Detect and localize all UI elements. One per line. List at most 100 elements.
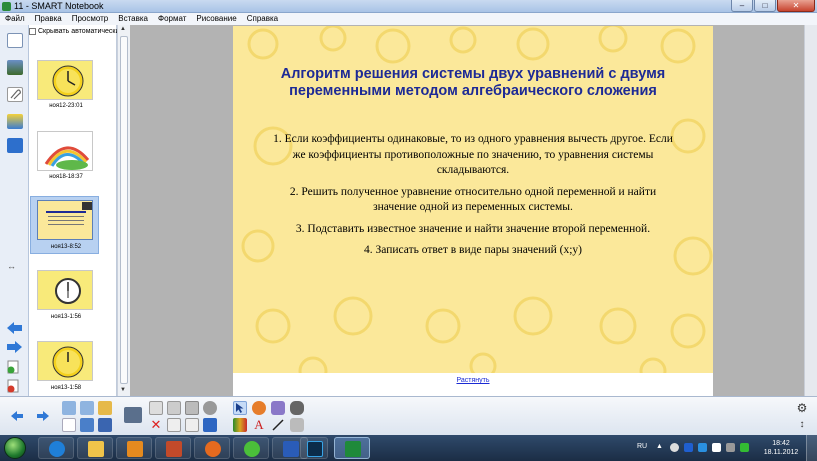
capture-icon[interactable] bbox=[167, 401, 181, 415]
scroll-up-icon[interactable]: ▲ bbox=[120, 26, 126, 32]
bluetooth-icon[interactable] bbox=[684, 443, 693, 452]
full-screen-icon[interactable] bbox=[167, 418, 181, 432]
delete-page-icon[interactable] bbox=[7, 379, 21, 393]
thumbnail-label: ноя13-8:52 bbox=[50, 244, 82, 250]
menu-insert[interactable]: Вставка bbox=[113, 13, 153, 25]
line-tool-icon[interactable] bbox=[271, 418, 285, 432]
clock-date: 18.11.2012 bbox=[763, 449, 799, 456]
taskbar-item[interactable] bbox=[300, 437, 328, 459]
taskbar-item-active[interactable] bbox=[334, 437, 370, 459]
menu-format[interactable]: Формат bbox=[153, 13, 191, 25]
page-title[interactable]: Алгоритм решения системы двух уравнений … bbox=[233, 66, 713, 100]
algorithm-step: 1. Если коэффициенты одинаковые, то из о… bbox=[273, 133, 673, 176]
fill-tool-icon[interactable] bbox=[290, 401, 304, 415]
photoshop-icon bbox=[307, 441, 323, 457]
properties-tab-icon[interactable] bbox=[7, 114, 23, 129]
ie-icon bbox=[49, 441, 65, 457]
maximize-button[interactable]: □ bbox=[754, 0, 776, 12]
tray-app-icon[interactable] bbox=[698, 443, 707, 452]
page-thumbnail-9[interactable] bbox=[37, 341, 93, 381]
taskbar-item[interactable] bbox=[38, 437, 74, 459]
system-clock[interactable]: 18:42 18.11.2012 bbox=[762, 439, 800, 457]
clock-time: 18:42 bbox=[772, 440, 790, 447]
gallery-tab-icon[interactable] bbox=[7, 60, 23, 75]
add-blank-page-icon[interactable] bbox=[62, 418, 76, 432]
sorter-scrollbar[interactable]: ▲ ▼ bbox=[117, 25, 130, 396]
window-titlebar: 11 - SMART Notebook – □ ✕ bbox=[0, 0, 817, 13]
forward-arrow-icon[interactable] bbox=[6, 340, 23, 354]
algorithm-steps[interactable]: 1. Если коэффициенты одинаковые, то из о… bbox=[273, 132, 673, 265]
autohide-checkbox[interactable] bbox=[29, 28, 36, 35]
menu-file[interactable]: Файл bbox=[0, 13, 30, 25]
close-button[interactable]: ✕ bbox=[777, 0, 815, 12]
save-icon[interactable] bbox=[98, 418, 112, 432]
open-file-icon[interactable] bbox=[98, 401, 112, 415]
battery-icon[interactable] bbox=[740, 443, 749, 452]
screen-display-icon[interactable] bbox=[124, 407, 142, 423]
magic-pen-icon[interactable] bbox=[203, 401, 217, 415]
undo-icon[interactable] bbox=[62, 401, 76, 415]
window-controls: – □ ✕ bbox=[731, 0, 815, 12]
menu-edit[interactable]: Правка bbox=[30, 13, 67, 25]
page-thumbnail-7[interactable] bbox=[37, 200, 93, 240]
redo-icon[interactable] bbox=[80, 401, 94, 415]
page-thumbnail-8[interactable] bbox=[37, 270, 93, 310]
dual-page-icon[interactable] bbox=[185, 418, 199, 432]
previous-page-icon[interactable] bbox=[10, 409, 24, 423]
notebook-page[interactable]: Алгоритм решения системы двух уравнений … bbox=[233, 26, 713, 396]
tray-app-icon[interactable] bbox=[712, 443, 721, 452]
page-thumbnail-5[interactable] bbox=[37, 60, 93, 100]
page-sorter-tab-icon[interactable] bbox=[7, 33, 23, 48]
volume-icon[interactable] bbox=[670, 443, 679, 452]
attachments-tab-icon[interactable] bbox=[7, 87, 23, 102]
start-button-icon[interactable] bbox=[4, 437, 26, 459]
screen-shade-icon[interactable] bbox=[149, 401, 163, 415]
show-desktop-button[interactable] bbox=[806, 435, 817, 461]
clock-icon bbox=[52, 65, 84, 97]
tray-expand-icon[interactable]: ▲ bbox=[656, 443, 665, 452]
delete-icon[interactable]: ✕ bbox=[149, 418, 163, 432]
firefox-icon bbox=[205, 441, 221, 457]
window-title: 11 - SMART Notebook bbox=[14, 1, 104, 11]
back-arrow-icon[interactable] bbox=[6, 321, 23, 335]
canvas-scrollbar[interactable] bbox=[804, 25, 817, 396]
autohide-label: Скрывать автоматически bbox=[38, 28, 120, 35]
page-thumbnail-6[interactable] bbox=[37, 131, 93, 171]
network-icon[interactable] bbox=[726, 443, 735, 452]
thumbnail-label: ноя18-18:37 bbox=[49, 174, 83, 180]
next-page-icon[interactable] bbox=[36, 409, 50, 423]
creative-pen-icon[interactable] bbox=[290, 418, 304, 432]
menu-draw[interactable]: Рисование bbox=[191, 13, 241, 25]
taskbar-item[interactable] bbox=[155, 437, 191, 459]
thumbnail-menu-button[interactable] bbox=[82, 202, 92, 210]
thumbnail-label: ноя13-1:56 bbox=[50, 314, 82, 320]
autohide-option[interactable]: Скрывать автоматически bbox=[29, 28, 119, 35]
resize-arrow-icon[interactable]: ↔ bbox=[7, 261, 16, 271]
toolbar-position-icon[interactable]: ↕ bbox=[795, 418, 809, 432]
eraser-tool-icon[interactable] bbox=[271, 401, 285, 415]
taskbar-item[interactable] bbox=[233, 437, 269, 459]
taskbar-item[interactable] bbox=[116, 437, 152, 459]
taskbar-item[interactable] bbox=[194, 437, 230, 459]
select-tool-icon[interactable] bbox=[233, 401, 247, 415]
minimize-button[interactable]: – bbox=[731, 0, 753, 12]
sorter-scroll-thumb[interactable] bbox=[120, 36, 128, 384]
record-icon[interactable] bbox=[203, 418, 217, 432]
table-insert-icon[interactable] bbox=[185, 401, 199, 415]
stretch-page-link[interactable]: Растянуть bbox=[233, 377, 713, 384]
algorithm-step: 3. Подставить известное значение и найти… bbox=[295, 222, 651, 235]
menu-view[interactable]: Просмотр bbox=[67, 13, 114, 25]
shapes-tool-icon[interactable] bbox=[252, 401, 266, 415]
pen-tool-icon[interactable] bbox=[233, 418, 247, 432]
paste-icon[interactable] bbox=[80, 418, 94, 432]
settings-gear-icon[interactable]: ⚙ bbox=[795, 401, 809, 415]
taskbar-item[interactable] bbox=[77, 437, 113, 459]
add-page-icon[interactable] bbox=[7, 360, 21, 374]
language-indicator[interactable]: RU bbox=[637, 443, 647, 450]
text-tool-icon[interactable]: A bbox=[252, 418, 266, 432]
winamp-icon bbox=[166, 441, 182, 457]
scroll-down-icon[interactable]: ▼ bbox=[120, 387, 126, 393]
addons-tab-icon[interactable] bbox=[7, 138, 23, 153]
icq-icon bbox=[244, 441, 260, 457]
menu-help[interactable]: Справка bbox=[242, 13, 283, 25]
